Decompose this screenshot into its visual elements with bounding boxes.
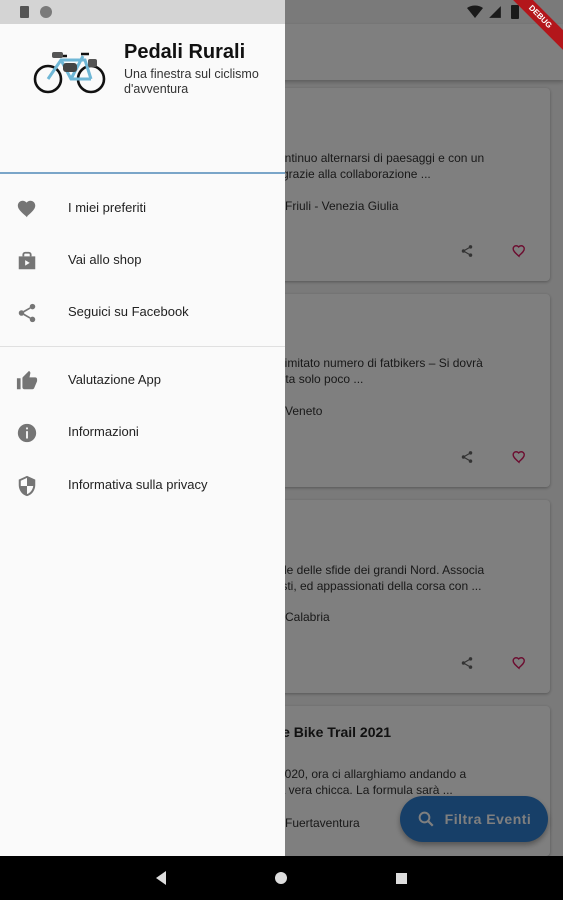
drawer-item-favorites[interactable]: I miei preferiti (0, 182, 285, 234)
thumb-up-icon (16, 370, 38, 390)
shop-bag-icon (18, 251, 36, 270)
drawer-item-label: Informazioni (68, 424, 139, 439)
heart-icon (17, 200, 36, 218)
share-icon (18, 303, 36, 323)
drawer-item-shop[interactable]: Vai allo shop (0, 234, 285, 286)
bicycle-logo-icon (33, 52, 106, 94)
drawer-item-privacy[interactable]: Informativa sulla privacy (0, 459, 285, 511)
app-tagline: Una finestra sul ciclismo d'avventura (124, 67, 259, 96)
drawer-item-label: Vai allo shop (68, 252, 142, 267)
drawer-item-rate-app[interactable]: Valutazione App (0, 354, 285, 406)
system-nav-bar (0, 856, 563, 900)
navigation-drawer: Pedali Rurali Una finestra sul ciclismo … (0, 24, 285, 856)
sd-card-icon (20, 6, 29, 18)
status-bar (0, 0, 285, 24)
notification-dot-icon (40, 6, 52, 18)
drawer-header: Pedali Rurali Una finestra sul ciclismo … (0, 24, 285, 174)
home-icon[interactable] (275, 872, 287, 884)
signal-icon (489, 6, 501, 18)
drawer-item-label: Valutazione App (68, 372, 161, 387)
drawer-divider (0, 346, 285, 347)
app-brand-title: Pedali Rurali (124, 41, 246, 63)
back-icon[interactable] (156, 871, 166, 885)
shield-icon (18, 475, 36, 497)
debug-banner: DEBUG (503, 0, 563, 60)
wifi-icon (467, 5, 483, 18)
drawer-item-facebook[interactable]: Seguici su Facebook (0, 286, 285, 338)
drawer-item-label: I miei preferiti (68, 200, 147, 215)
recent-apps-icon[interactable] (396, 873, 407, 884)
info-icon (17, 423, 37, 443)
drawer-item-info[interactable]: Informazioni (0, 406, 285, 458)
drawer-item-label: Informativa sulla privacy (68, 477, 208, 492)
drawer-item-label: Seguici su Facebook (68, 304, 189, 319)
